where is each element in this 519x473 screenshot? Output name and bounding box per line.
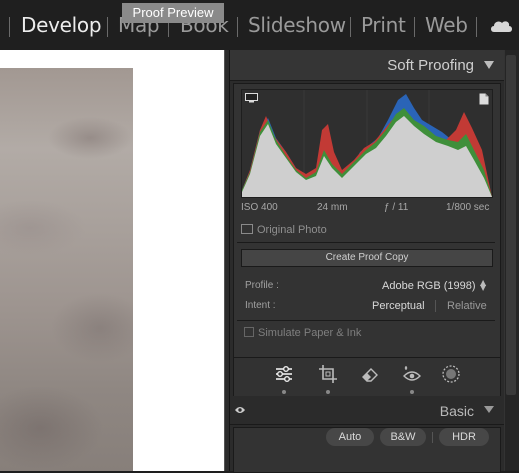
eye-icon[interactable] bbox=[234, 405, 246, 415]
eraser-icon[interactable] bbox=[360, 364, 380, 384]
simulate-paper-ink-label: Simulate Paper & Ink bbox=[258, 327, 362, 339]
edit-sliders-icon[interactable] bbox=[274, 364, 294, 384]
divider-line bbox=[237, 320, 495, 321]
module-separator bbox=[107, 17, 108, 37]
aperture-value: ƒ / 11 bbox=[384, 202, 409, 213]
masking-icon[interactable] bbox=[441, 364, 461, 384]
destination-gamut-warning-icon[interactable] bbox=[479, 93, 489, 105]
pill-separator bbox=[432, 432, 433, 443]
module-separator bbox=[414, 17, 415, 37]
soft-proofing-header[interactable]: Soft Proofing bbox=[230, 50, 504, 81]
histogram-panel: ISO 400 24 mm ƒ / 11 1/800 sec Original … bbox=[233, 83, 501, 370]
module-slideshow[interactable]: Slideshow bbox=[248, 13, 346, 37]
module-print[interactable]: Print bbox=[361, 13, 406, 37]
simulate-paper-ink-toggle[interactable]: Simulate Paper & Ink bbox=[244, 327, 361, 339]
original-photo-label: Original Photo bbox=[257, 224, 327, 236]
collapse-triangle-icon[interactable] bbox=[484, 61, 494, 69]
intent-label: Intent : bbox=[245, 300, 276, 311]
profile-label: Profile : bbox=[245, 280, 279, 291]
focal-length-value: 24 mm bbox=[317, 202, 348, 213]
right-panel: Soft Proofing ISO 400 24 mm ƒ / 11 1/800… bbox=[230, 50, 504, 473]
cloud-icon[interactable] bbox=[489, 17, 513, 33]
original-photo-toggle[interactable]: Original Photo bbox=[241, 224, 327, 236]
divider-line bbox=[237, 242, 495, 243]
tool-indicator bbox=[410, 390, 414, 394]
module-separator bbox=[476, 17, 477, 37]
module-develop[interactable]: Develop bbox=[21, 13, 102, 37]
module-separator bbox=[237, 17, 238, 37]
module-separator bbox=[9, 17, 10, 37]
preview-top-margin bbox=[0, 50, 133, 68]
module-web[interactable]: Web bbox=[425, 13, 468, 37]
histogram-graph bbox=[242, 90, 492, 197]
red-eye-icon[interactable] bbox=[402, 364, 422, 384]
hdr-button[interactable]: HDR bbox=[439, 428, 489, 446]
monitor-gamut-warning-icon[interactable] bbox=[245, 93, 258, 103]
panel-scrollbar-thumb[interactable] bbox=[506, 55, 516, 395]
original-photo-checkbox[interactable] bbox=[241, 224, 253, 235]
tool-strip bbox=[233, 357, 501, 399]
crop-icon[interactable] bbox=[318, 364, 338, 384]
soft-proofing-title: Soft Proofing bbox=[387, 57, 474, 74]
proof-preview-label: Proof Preview bbox=[122, 3, 224, 23]
simulate-paper-ink-checkbox[interactable] bbox=[244, 327, 254, 338]
proof-preview-canvas[interactable] bbox=[0, 50, 224, 471]
intent-separator bbox=[435, 300, 436, 312]
tool-indicator bbox=[326, 390, 330, 394]
create-proof-copy-button[interactable]: Create Proof Copy bbox=[241, 249, 493, 267]
profile-select-arrows-icon[interactable]: ▲ ▼ bbox=[480, 279, 486, 292]
intent-perceptual-option[interactable]: Perceptual bbox=[372, 300, 425, 312]
exif-info: ISO 400 24 mm ƒ / 11 1/800 sec bbox=[241, 202, 491, 216]
profile-select[interactable]: Adobe RGB (1998) bbox=[382, 280, 476, 292]
photo-preview bbox=[0, 68, 133, 471]
active-tool-indicator bbox=[282, 390, 286, 394]
intent-relative-option[interactable]: Relative bbox=[447, 300, 487, 312]
bw-button[interactable]: B&W bbox=[380, 428, 426, 446]
shutter-speed-value: 1/800 sec bbox=[446, 202, 490, 213]
auto-button[interactable]: Auto bbox=[326, 428, 374, 446]
collapse-triangle-icon[interactable] bbox=[484, 406, 494, 413]
module-separator bbox=[350, 17, 351, 37]
histogram[interactable] bbox=[241, 89, 493, 198]
iso-value: ISO 400 bbox=[241, 202, 278, 213]
basic-panel-title: Basic bbox=[439, 403, 474, 419]
module-picker-bar: Develop Map Book Slideshow Print Web bbox=[0, 0, 519, 50]
